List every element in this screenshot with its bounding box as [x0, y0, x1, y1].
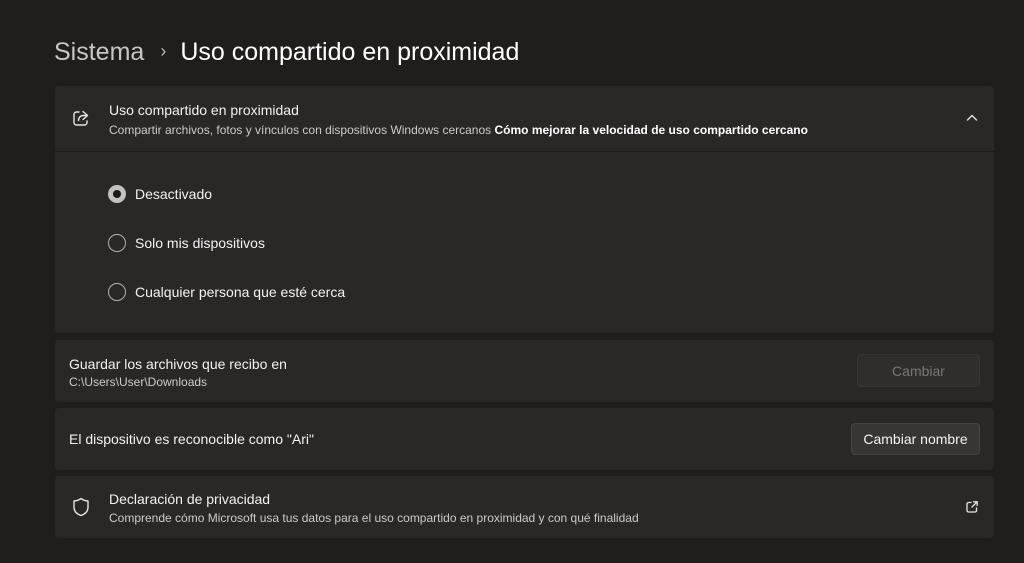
breadcrumb-parent-sistema[interactable]: Sistema — [54, 38, 144, 67]
breadcrumb: Sistema › Uso compartido en proximidad — [54, 34, 519, 70]
option-label: Solo mis dispositivos — [135, 235, 265, 251]
save-location-title: Guardar los archivos que recibo en — [69, 356, 287, 372]
change-location-button[interactable]: Cambiar — [857, 354, 980, 387]
privacy-title: Declaración de privacidad — [109, 491, 271, 507]
nearby-sharing-description: Compartir archivos, fotos y vínculos con… — [109, 123, 808, 137]
save-location-path: C:\Users\User\Downloads — [69, 375, 208, 389]
device-name-card: El dispositivo es reconocible como "Ari"… — [55, 408, 994, 470]
option-solo-mis-dispositivos[interactable]: Solo mis dispositivos — [108, 234, 265, 252]
device-name-title: El dispositivo es reconocible como "Ari" — [69, 431, 314, 447]
rename-button[interactable]: Cambiar nombre — [851, 423, 980, 455]
nearby-sharing-header[interactable]: Uso compartido en proximidad Compartir a… — [55, 86, 994, 152]
save-location-card: Guardar los archivos que recibo en C:\Us… — [55, 340, 994, 402]
share-icon — [73, 110, 89, 126]
nearby-sharing-expander: Uso compartido en proximidad Compartir a… — [55, 86, 994, 333]
improve-speed-link[interactable]: Cómo mejorar la velocidad de uso compart… — [495, 123, 808, 137]
option-label: Desactivado — [135, 186, 213, 202]
breadcrumb-separator: › — [160, 40, 167, 61]
chevron-up-icon[interactable] — [964, 110, 980, 126]
radio-button-selected[interactable] — [108, 185, 126, 203]
radio-button[interactable] — [108, 234, 126, 252]
radio-button[interactable] — [108, 283, 126, 301]
privacy-description: Comprende cómo Microsoft usa tus datos p… — [109, 511, 639, 525]
option-cualquier-persona[interactable]: Cualquier persona que esté cerca — [108, 283, 345, 301]
page-title: Uso compartido en proximidad — [180, 37, 520, 66]
option-label: Cualquier persona que esté cerca — [135, 284, 346, 300]
option-desactivado[interactable]: Desactivado — [108, 185, 212, 203]
privacy-statement-card[interactable]: Declaración de privacidad Comprende cómo… — [55, 476, 994, 538]
shield-icon — [73, 497, 89, 517]
external-link-icon[interactable] — [965, 500, 979, 514]
nearby-sharing-description-text: Compartir archivos, fotos y vínculos con… — [109, 123, 492, 137]
nearby-sharing-title: Uso compartido en proximidad — [109, 102, 299, 118]
